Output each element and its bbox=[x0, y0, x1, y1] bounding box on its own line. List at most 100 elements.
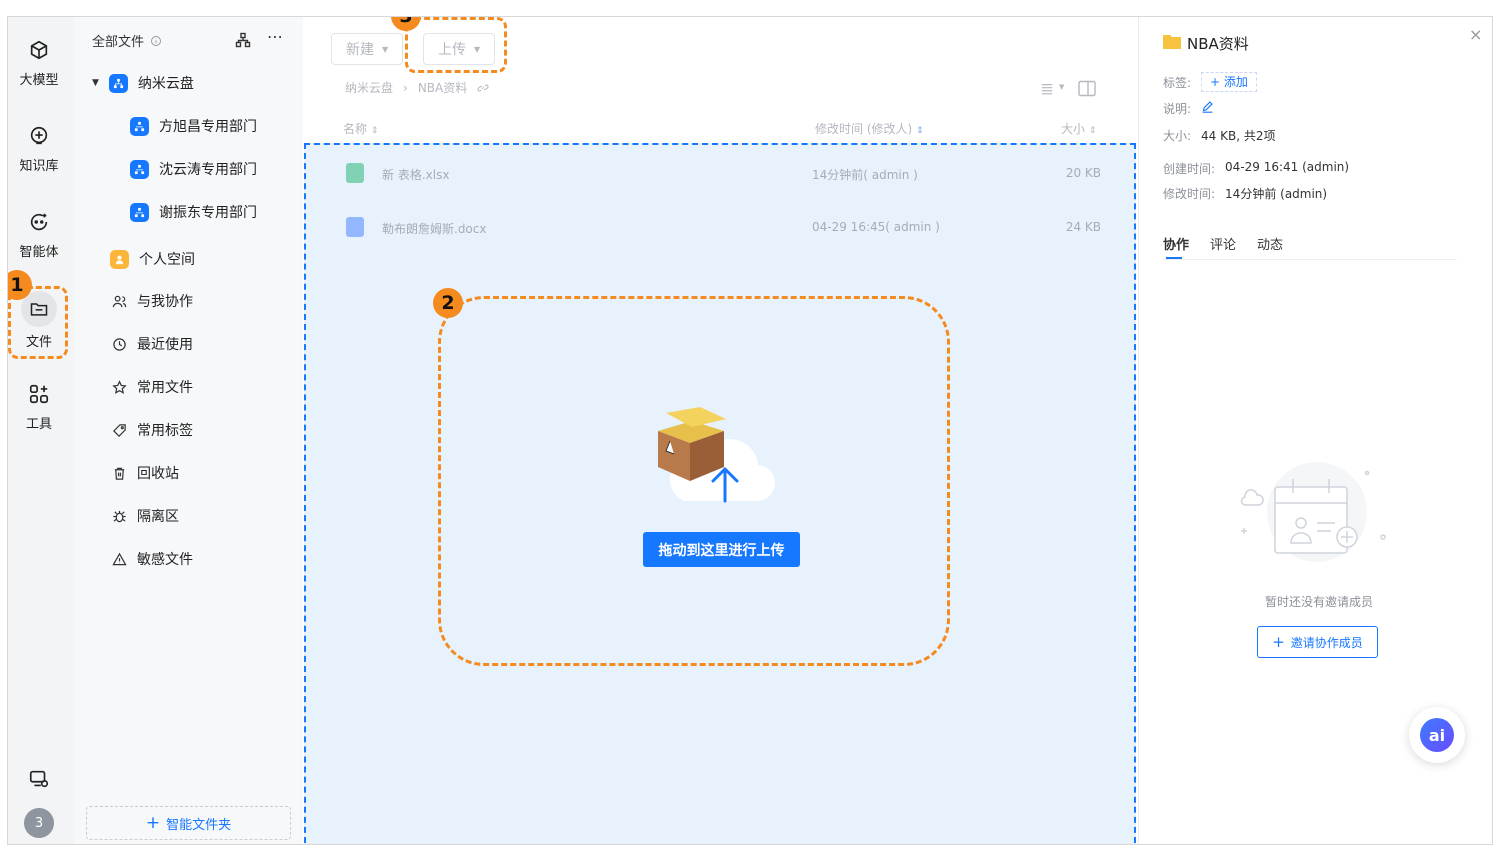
modified-row: 修改时间: 14分钟前 (admin) bbox=[1163, 185, 1327, 202]
tree-item-trash[interactable]: 回收站 bbox=[112, 463, 179, 483]
size-value: 44 KB, 共2项 bbox=[1201, 129, 1276, 143]
file-tree-sidebar: 全部文件 ⋯ ▼ 纳米云盘 方旭昌专用部门 沈云涛专用部门 谢振东专用部门 个人… bbox=[74, 17, 303, 844]
column-header-name-label: 名称 bbox=[343, 122, 368, 136]
close-icon[interactable]: × bbox=[1469, 25, 1482, 44]
empty-calendar-illustration bbox=[1240, 462, 1386, 562]
tree-item-label: 与我协作 bbox=[137, 294, 193, 310]
empty-state-text: 暂时还没有邀请成员 bbox=[1265, 595, 1374, 609]
ai-icon: ai bbox=[1420, 718, 1454, 752]
left-rail: 大模型 知识库 智能体 文件 工具 3 bbox=[8, 17, 74, 844]
rail-label-tools: 工具 bbox=[25, 417, 52, 432]
warning-icon bbox=[112, 552, 127, 565]
sort-icon: ⇕ bbox=[916, 126, 924, 136]
tree-item-personal[interactable]: 个人空间 bbox=[110, 249, 195, 269]
tab-comments[interactable]: 评论 bbox=[1210, 234, 1236, 253]
link-icon[interactable] bbox=[477, 82, 489, 94]
avatar[interactable]: 3 bbox=[24, 808, 54, 838]
ai-assistant-button[interactable]: ai bbox=[1409, 707, 1465, 763]
file-name: 勒布朗詹姆斯.docx bbox=[382, 222, 487, 236]
trash-icon bbox=[114, 467, 125, 480]
column-header-name[interactable]: 名称 ⇕ bbox=[343, 120, 378, 137]
bug-icon bbox=[113, 510, 126, 522]
caret-down-icon[interactable]: ▼ bbox=[1059, 83, 1064, 91]
excel-file-icon bbox=[346, 163, 364, 183]
tree-item-favorites[interactable]: 常用文件 bbox=[112, 377, 193, 397]
agent-icon bbox=[30, 213, 48, 231]
annotation-box-upload bbox=[405, 17, 507, 73]
new-button[interactable]: 新建 ▼ bbox=[331, 33, 404, 65]
column-header-modified[interactable]: 修改时间 (修改人) ⇕ bbox=[815, 120, 924, 137]
sort-icon: ⇕ bbox=[1088, 126, 1097, 136]
tree-item-tags[interactable]: 常用标签 bbox=[112, 420, 193, 440]
tree-item-root[interactable]: ▼ 纳米云盘 bbox=[92, 73, 194, 93]
plus-icon: + bbox=[145, 813, 161, 833]
split-panel-icon[interactable] bbox=[1078, 80, 1096, 97]
column-header-size-label: 大小 bbox=[1061, 122, 1086, 136]
smart-folder-button[interactable]: + 智能文件夹 bbox=[86, 806, 291, 840]
breadcrumb-item[interactable]: 纳米云盘 bbox=[345, 79, 393, 96]
tree-department-label: 沈云涛专用部门 bbox=[159, 162, 257, 178]
tree-item-recent[interactable]: 最近使用 bbox=[112, 334, 193, 354]
rail-item-knowledge[interactable]: 知识库 bbox=[8, 125, 70, 174]
table-row[interactable]: 勒布朗詹姆斯.docx 04-29 16:45( admin ) 24 KB bbox=[346, 214, 1101, 240]
tree-item-department[interactable]: 沈云涛专用部门 bbox=[130, 159, 257, 179]
invite-collaborator-button[interactable]: + 邀请协作成员 bbox=[1257, 626, 1378, 658]
file-size: 24 KB bbox=[1065, 220, 1101, 234]
person-icon bbox=[110, 249, 129, 269]
star-icon bbox=[112, 379, 127, 394]
screen-chat-icon[interactable] bbox=[28, 768, 50, 790]
tab-activity[interactable]: 动态 bbox=[1257, 234, 1283, 253]
rail-item-model[interactable]: 大模型 bbox=[8, 39, 70, 88]
breadcrumb-separator: › bbox=[403, 80, 408, 95]
tag-label: 标签: bbox=[1163, 76, 1192, 90]
tree-root-label: 纳米云盘 bbox=[137, 76, 194, 92]
details-panel: NBA资料 × 标签: + 添加 说明: 大小: 44 KB, 共2项 创建时间… bbox=[1138, 17, 1492, 844]
modified-label: 修改时间: bbox=[1163, 187, 1216, 201]
new-button-label: 新建 bbox=[346, 42, 374, 58]
created-row: 创建时间: 04-29 16:41 (admin) bbox=[1163, 160, 1349, 177]
tree-header: 全部文件 bbox=[92, 31, 162, 50]
rail-item-agent[interactable]: 智能体 bbox=[8, 211, 70, 260]
tree-item-label: 个人空间 bbox=[139, 252, 195, 268]
column-header-size[interactable]: 大小 ⇕ bbox=[1061, 120, 1096, 137]
tab-collab[interactable]: 协作 bbox=[1163, 234, 1189, 253]
caret-down-icon: ▼ bbox=[382, 44, 389, 54]
size-row: 大小: 44 KB, 共2项 bbox=[1163, 127, 1276, 144]
department-icon bbox=[130, 116, 149, 136]
annotation-badge: 2 bbox=[433, 288, 463, 318]
breadcrumb-item[interactable]: NBA资料 bbox=[418, 79, 467, 96]
column-header-modified-label: 修改时间 (修改人) bbox=[815, 122, 913, 136]
rail-item-tools[interactable]: 工具 bbox=[8, 383, 70, 432]
rail-label-agent: 智能体 bbox=[19, 245, 59, 260]
file-name: 新 表格.xlsx bbox=[382, 168, 450, 182]
department-icon bbox=[130, 202, 149, 222]
tree-item-department[interactable]: 谢振东专用部门 bbox=[130, 202, 257, 222]
sort-icon: ⇕ bbox=[370, 126, 379, 136]
list-view-icon[interactable] bbox=[1040, 82, 1054, 96]
edit-icon[interactable] bbox=[1201, 100, 1214, 113]
tab-divider bbox=[1163, 259, 1457, 260]
tree-item-label: 回收站 bbox=[137, 466, 179, 482]
tree-item-label: 敏感文件 bbox=[137, 552, 193, 568]
word-file-icon bbox=[346, 217, 364, 237]
tree-item-department[interactable]: 方旭昌专用部门 bbox=[130, 116, 257, 136]
cube-icon bbox=[30, 40, 48, 60]
tree-item-label: 隔离区 bbox=[137, 509, 179, 525]
tag-row: 标签: + 添加 bbox=[1163, 72, 1257, 92]
info-icon[interactable] bbox=[150, 35, 162, 47]
clock-icon bbox=[113, 337, 126, 351]
org-chart-icon[interactable] bbox=[235, 32, 251, 48]
table-row[interactable]: 新 表格.xlsx 14分钟前( admin ) 20 KB bbox=[346, 160, 1101, 186]
more-icon[interactable]: ⋯ bbox=[267, 27, 284, 46]
cloud-drive-icon bbox=[108, 73, 128, 93]
tree-item-quarantine[interactable]: 隔离区 bbox=[112, 506, 179, 526]
tree-item-sensitive[interactable]: 敏感文件 bbox=[112, 549, 193, 569]
add-tag-button[interactable]: + 添加 bbox=[1201, 72, 1257, 92]
annotation-box-dropzone bbox=[438, 296, 950, 666]
caret-down-icon[interactable]: ▼ bbox=[92, 78, 99, 88]
folder-icon bbox=[1163, 35, 1181, 49]
file-size: 20 KB bbox=[1065, 166, 1101, 180]
created-label: 创建时间: bbox=[1163, 162, 1216, 176]
app-window: 大模型 知识库 智能体 文件 工具 3 全部文件 ⋯ ▼ 纳米云盘 方旭昌专用部… bbox=[7, 16, 1493, 845]
tree-item-collab[interactable]: 与我协作 bbox=[112, 291, 193, 311]
